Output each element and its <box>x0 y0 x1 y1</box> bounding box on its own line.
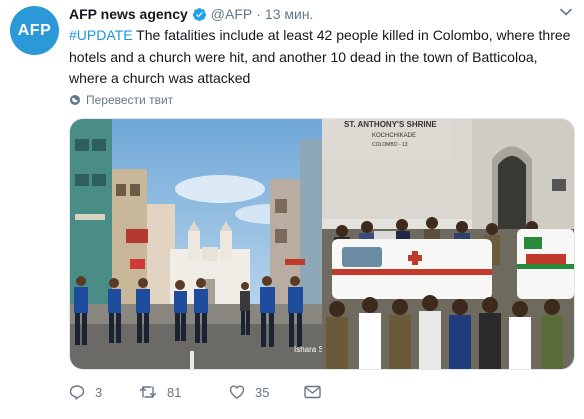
envelope-icon <box>304 385 321 399</box>
author-name[interactable]: AFP news agency <box>69 6 188 22</box>
photo-street-police[interactable]: Ishara S <box>70 119 322 369</box>
avatar[interactable]: AFP <box>10 6 59 55</box>
retweet-button[interactable]: 81 <box>139 384 229 400</box>
shrine-sign-line3: COLOMBO - 13 <box>372 142 408 148</box>
shrine-sign-line2: KOCHCHIKADE <box>372 133 416 139</box>
tweet-text: #UPDATE The fatalities include at least … <box>69 25 574 90</box>
heart-icon <box>229 385 245 399</box>
shrine-sign-line1: ST. ANTHONY'S SHRINE <box>344 120 437 129</box>
chevron-down-icon[interactable] <box>560 8 572 16</box>
like-count: 35 <box>255 384 270 400</box>
direct-message-button[interactable] <box>304 385 331 399</box>
avatar-logo-text: AFP <box>17 21 52 39</box>
tweet-timestamp[interactable]: 13 мин. <box>265 6 314 22</box>
globe-icon <box>70 95 80 105</box>
retweet-count: 81 <box>167 384 182 400</box>
retweet-icon <box>139 386 157 398</box>
header-separator: · <box>256 6 261 22</box>
photo-gallery: Ishara S ST. ANTHONY'S SHRINE KOCHCHIKAD… <box>69 118 575 370</box>
verified-badge-icon <box>192 7 206 21</box>
tweet-header: AFP news agency @AFP · 13 мин. <box>69 6 313 22</box>
tweet-actions: 3 81 35 <box>69 384 369 400</box>
reply-icon <box>69 385 85 400</box>
translate-label: Перевести твит <box>86 93 174 107</box>
author-handle[interactable]: @AFP <box>211 6 252 22</box>
translate-link[interactable]: Перевести твит <box>69 93 173 107</box>
hashtag-link[interactable]: #UPDATE <box>69 27 133 43</box>
reply-button[interactable]: 3 <box>69 384 139 400</box>
tweet-body: The fatalities include at least 42 peopl… <box>69 27 571 86</box>
photo-shrine-ambulances[interactable]: ST. ANTHONY'S SHRINE KOCHCHIKADE COLOMBO… <box>322 119 574 369</box>
like-button[interactable]: 35 <box>229 384 304 400</box>
photo-credit: Ishara S <box>294 345 322 354</box>
reply-count: 3 <box>95 384 103 400</box>
